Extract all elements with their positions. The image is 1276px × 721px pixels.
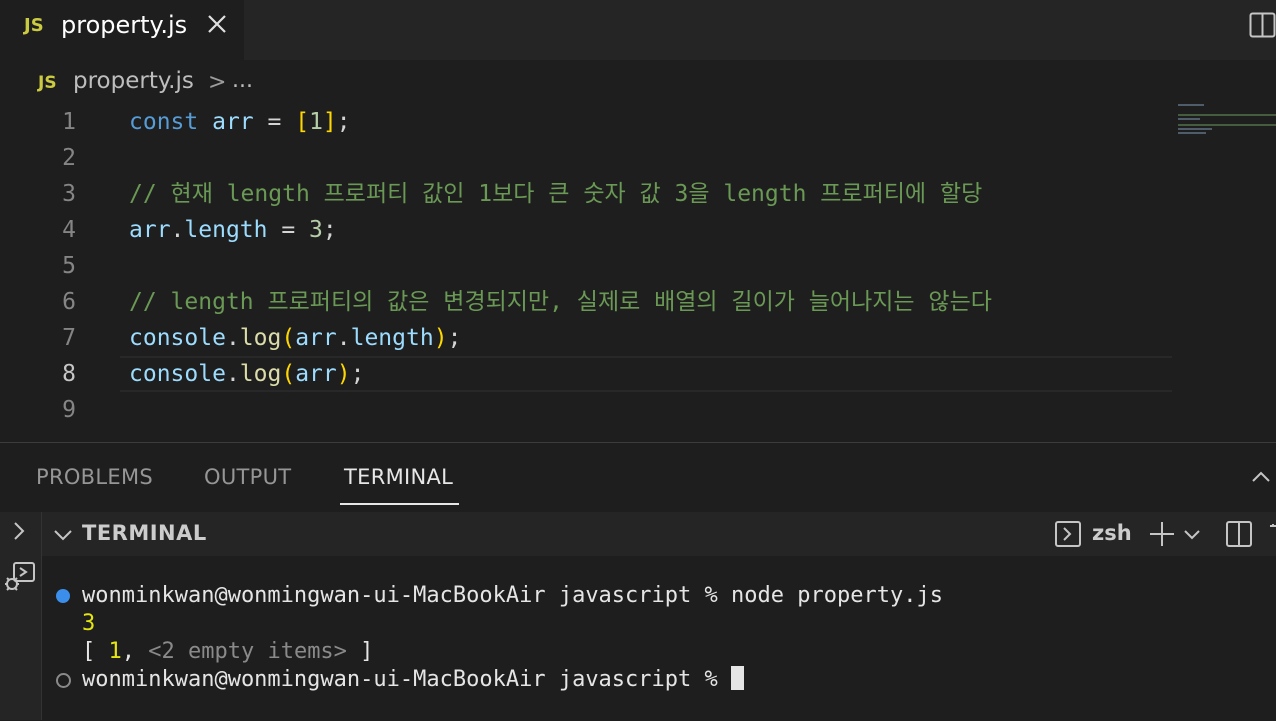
code-line: 3 // 현재 length 프로퍼티 값인 1보다 큰 숫자 값 3을 len… xyxy=(0,176,1172,212)
breadcrumb: JS property.js > ... xyxy=(0,62,1276,102)
code-line: 7 console.log(arr.length); xyxy=(0,320,1172,356)
tab-title: property.js xyxy=(61,11,188,39)
code-text: console.log(arr); xyxy=(129,361,365,387)
terminal-section-title: TERMINAL xyxy=(82,521,207,545)
split-editor-icon[interactable] xyxy=(1249,12,1276,38)
close-icon[interactable] xyxy=(203,10,231,38)
plus-icon[interactable] xyxy=(1148,520,1176,548)
code-text: console.log(arr.length); xyxy=(129,325,462,351)
chevron-right-icon[interactable] xyxy=(8,520,30,542)
code-text: arr.length = 3; xyxy=(129,217,337,243)
debug-icon[interactable] xyxy=(2,560,36,594)
line-number: 4 xyxy=(62,217,76,243)
line-number: 6 xyxy=(62,289,76,315)
code-line: 6 // length 프로퍼티의 값은 변경되지만, 실제로 배열의 길이가 … xyxy=(0,284,1172,320)
terminal-prompt-line[interactable]: wonminkwan@wonmingwan-ui-MacBookAir java… xyxy=(82,666,745,694)
chevron-down-icon[interactable] xyxy=(52,524,74,546)
tab-problems[interactable]: PROBLEMS xyxy=(36,465,153,489)
terminal-output-line: 3 xyxy=(82,611,96,636)
code-comment: // length 프로퍼티의 값은 변경되지만, 실제로 배열의 길이가 늘어… xyxy=(129,289,992,315)
editor-tab-property-js[interactable]: JS property.js xyxy=(0,0,244,60)
line-number: 8 xyxy=(62,361,76,387)
tab-output[interactable]: OUTPUT xyxy=(204,465,291,489)
terminal-icon xyxy=(1055,521,1081,547)
breadcrumb-file[interactable]: property.js xyxy=(73,68,194,94)
terminal-header: TERMINAL zsh xyxy=(42,512,1276,556)
line-number: 9 xyxy=(62,397,76,423)
terminal-cursor xyxy=(731,666,745,690)
code-line: 5 xyxy=(0,248,1172,284)
line-number: 3 xyxy=(62,181,76,207)
minimap[interactable] xyxy=(1178,104,1276,144)
line-number: 7 xyxy=(62,325,76,351)
code-line-active: 8 console.log(arr); xyxy=(0,356,1172,392)
breadcrumb-symbols[interactable]: ... xyxy=(232,68,253,93)
code-comment: // 현재 length 프로퍼티 값인 1보다 큰 숫자 값 3을 lengt… xyxy=(129,181,983,207)
terminal-output[interactable]: wonminkwan@wonmingwan-ui-MacBookAir java… xyxy=(42,556,1276,720)
line-number: 2 xyxy=(62,145,76,171)
code-line: 4 arr.length = 3; xyxy=(0,212,1172,248)
breadcrumb-separator: > xyxy=(208,70,227,95)
js-file-icon: JS xyxy=(38,73,57,93)
dropdown-chevron-icon[interactable] xyxy=(1182,524,1202,544)
command-success-dot[interactable] xyxy=(56,589,70,603)
terminal-command-line: wonminkwan@wonmingwan-ui-MacBookAir java… xyxy=(82,583,943,608)
tab-terminal[interactable]: TERMINAL xyxy=(344,465,453,489)
tab-bar: JS property.js xyxy=(0,0,1276,60)
active-tab-indicator xyxy=(340,503,459,505)
panel-side-strip xyxy=(0,512,42,720)
panel-collapse-icon[interactable] xyxy=(1249,465,1273,489)
command-pending-dot xyxy=(56,673,71,688)
terminal-output-line: [ 1, <2 empty items> ] xyxy=(82,639,374,664)
line-number: 5 xyxy=(62,253,76,279)
line-number: 1 xyxy=(62,109,76,135)
trash-icon[interactable] xyxy=(1268,520,1276,548)
js-file-icon: JS xyxy=(24,15,44,36)
split-terminal-icon[interactable] xyxy=(1225,520,1253,548)
terminal-shell-name[interactable]: zsh xyxy=(1092,521,1132,545)
code-editor[interactable]: 1 const arr = [1]; 2 3 // 현재 length 프로퍼티… xyxy=(0,104,1276,444)
code-line: 2 xyxy=(0,140,1172,176)
code-line: 1 const arr = [1]; xyxy=(0,104,1172,140)
code-text: const arr = [1]; xyxy=(129,109,351,135)
code-line: 9 xyxy=(0,392,1172,428)
